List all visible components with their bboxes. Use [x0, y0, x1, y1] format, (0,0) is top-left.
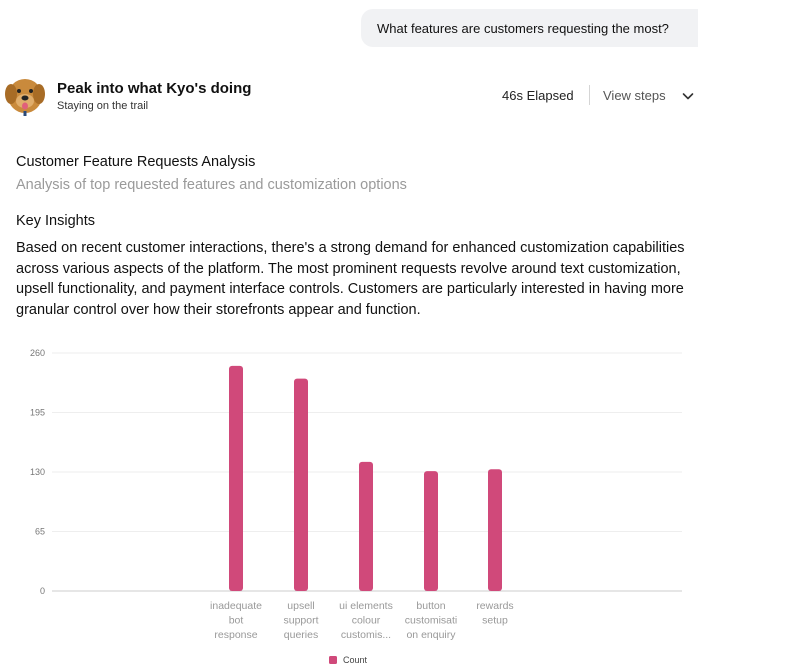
agent-subtitle: Staying on the trail — [57, 100, 149, 112]
chevron-down-icon[interactable] — [680, 88, 696, 104]
y-tick-label: 195 — [30, 408, 45, 418]
agent-header: Peak into what Kyo's doing Staying on th… — [0, 70, 786, 122]
dog-avatar-icon — [5, 79, 45, 116]
user-message-bubble: What features are customers requesting t… — [361, 9, 698, 47]
key-insights-heading: Key Insights — [16, 213, 95, 229]
chart-bar — [229, 365, 243, 591]
insight-paragraph: Based on recent customer interactions, t… — [16, 240, 685, 318]
y-tick-label: 65 — [35, 527, 45, 537]
chart-bar — [359, 461, 373, 591]
y-tick-label: 260 — [30, 348, 45, 358]
view-steps-button[interactable]: View steps — [603, 88, 666, 103]
report-subtitle: Analysis of top requested features and c… — [16, 177, 407, 193]
chart-bar — [424, 471, 438, 591]
chart-bar — [294, 378, 308, 591]
x-category-label: inadequate bot response — [210, 600, 262, 641]
header-divider — [589, 85, 590, 105]
x-category-label: button customisati on enquiry — [405, 600, 458, 641]
x-category-label: ui elements colour customis... — [339, 600, 393, 641]
feature-requests-chart: 0 65 130 195 260 inadequate bot response upsell s… — [30, 348, 682, 665]
elapsed-time: 46s Elapsed — [502, 88, 574, 103]
user-message-text: What features are customers requesting t… — [377, 20, 669, 36]
legend-label: Count — [343, 655, 368, 665]
x-category-label: rewards setup — [476, 600, 513, 627]
legend-swatch — [329, 656, 337, 664]
chart-bar — [488, 469, 502, 591]
report-title: Customer Feature Requests Analysis — [16, 154, 256, 170]
x-category-label: upsell support queries — [283, 600, 318, 641]
y-tick-label: 0 — [40, 586, 45, 596]
agent-title: Peak into what Kyo's doing — [57, 80, 252, 97]
y-tick-label: 130 — [30, 467, 45, 477]
